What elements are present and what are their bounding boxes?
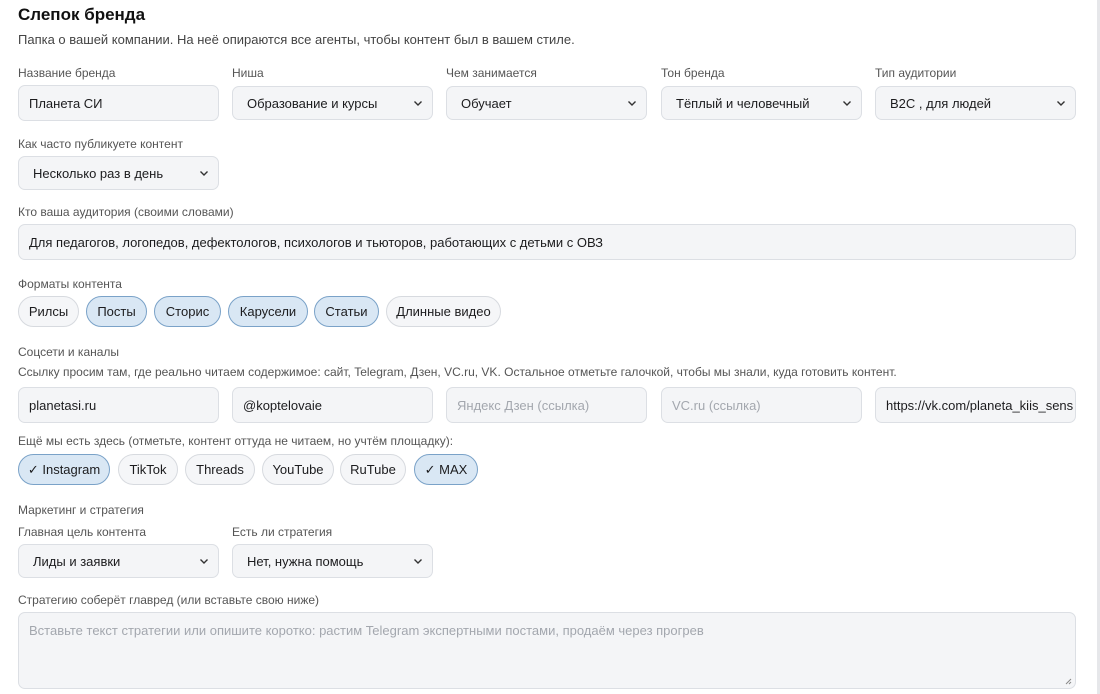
strategy-textarea[interactable]: Вставьте текст стратегии или опишите кор… (18, 612, 1076, 689)
strategy-label: Есть ли стратегия (232, 525, 333, 539)
goal-label: Главная цель контента (18, 525, 146, 539)
audience-type-label: Тип аудитории (875, 66, 957, 80)
site-url-input[interactable]: planetasi.ru (18, 387, 219, 423)
socials-label: Соцсети и каналы (18, 345, 120, 359)
brand-name-input[interactable]: Планета СИ (18, 85, 219, 121)
platform-chip-instagram[interactable]: ✓ Instagram (18, 454, 110, 485)
format-chip-stories[interactable]: Сторис (154, 296, 221, 327)
activity-select[interactable]: Обучает (446, 86, 647, 120)
frequency-select[interactable]: Несколько раз в день (18, 156, 219, 190)
frequency-select-value: Несколько раз в день (33, 165, 164, 181)
activity-select-value: Обучает (461, 95, 512, 111)
tone-label: Тон бренда (661, 66, 725, 80)
strategy-select-value: Нет, нужна помощь (247, 553, 364, 569)
audience-type-select-value: B2C , для людей (890, 95, 992, 111)
strategy-text-label: Стратегию соберёт главред (или вставьте … (18, 593, 320, 607)
strategy-select[interactable]: Нет, нужна помощь (232, 544, 433, 578)
telegram-input[interactable]: @koptelovaie (232, 387, 433, 423)
format-chip-reels[interactable]: Рилсы (18, 296, 79, 327)
chevron-down-icon (200, 171, 208, 176)
niche-label: Ниша (232, 66, 264, 80)
tone-select-value: Тёплый и человечный (676, 95, 810, 111)
platform-chip-max[interactable]: ✓ MAX (414, 454, 478, 485)
page-title: Слепок бренда (18, 5, 146, 24)
activity-label: Чем занимается (446, 66, 537, 80)
platform-chip-rutube[interactable]: RuTube (340, 454, 406, 485)
dzen-url-input[interactable]: Яндекс Дзен (ссылка) (446, 387, 647, 423)
chevron-down-icon (1057, 101, 1065, 106)
goal-select[interactable]: Лиды и заявки (18, 544, 219, 578)
platform-chip-tiktok[interactable]: TikTok (118, 454, 178, 485)
chevron-down-icon (414, 559, 422, 564)
format-chip-articles[interactable]: Статьи (314, 296, 379, 327)
strategy-textarea-placeholder: Вставьте текст стратегии или опишите кор… (29, 623, 704, 638)
platform-chip-threads[interactable]: Threads (185, 454, 255, 485)
socials-hint: Ссылку просим там, где реально читаем со… (18, 365, 897, 379)
formats-label: Форматы контента (18, 277, 122, 291)
extra-platforms-label: Ещё мы есть здесь (отметьте, контент отт… (18, 434, 454, 448)
vk-url-input[interactable]: https://vk.com/planeta_kiis_sens (875, 387, 1076, 423)
chevron-down-icon (628, 101, 636, 106)
brand-name-label: Название бренда (18, 66, 116, 80)
audience-type-select[interactable]: B2C , для людей (875, 86, 1076, 120)
audience-label: Кто ваша аудитория (своими словами) (18, 205, 234, 219)
tone-select[interactable]: Тёплый и человечный (661, 86, 862, 120)
chevron-down-icon (414, 101, 422, 106)
platform-chip-youtube[interactable]: YouTube (262, 454, 334, 485)
page-subtitle: Папка о вашей компании. На неё опираются… (18, 32, 575, 47)
resize-grip-icon[interactable] (1064, 677, 1072, 685)
marketing-section-label: Маркетинг и стратегия (18, 503, 144, 517)
chevron-down-icon (200, 559, 208, 564)
niche-select-value: Образование и курсы (247, 95, 378, 111)
audience-input[interactable]: Для педагогов, логопедов, дефектологов, … (18, 224, 1076, 260)
niche-select[interactable]: Образование и курсы (232, 86, 433, 120)
format-chip-posts[interactable]: Посты (86, 296, 147, 327)
vc-url-input[interactable]: VC.ru (ссылка) (661, 387, 862, 423)
format-chip-long-videos[interactable]: Длинные видео (386, 296, 501, 327)
frequency-label: Как часто публикуете контент (18, 137, 183, 151)
goal-select-value: Лиды и заявки (33, 553, 121, 569)
format-chip-carousels[interactable]: Карусели (228, 296, 308, 327)
chevron-down-icon (843, 101, 851, 106)
